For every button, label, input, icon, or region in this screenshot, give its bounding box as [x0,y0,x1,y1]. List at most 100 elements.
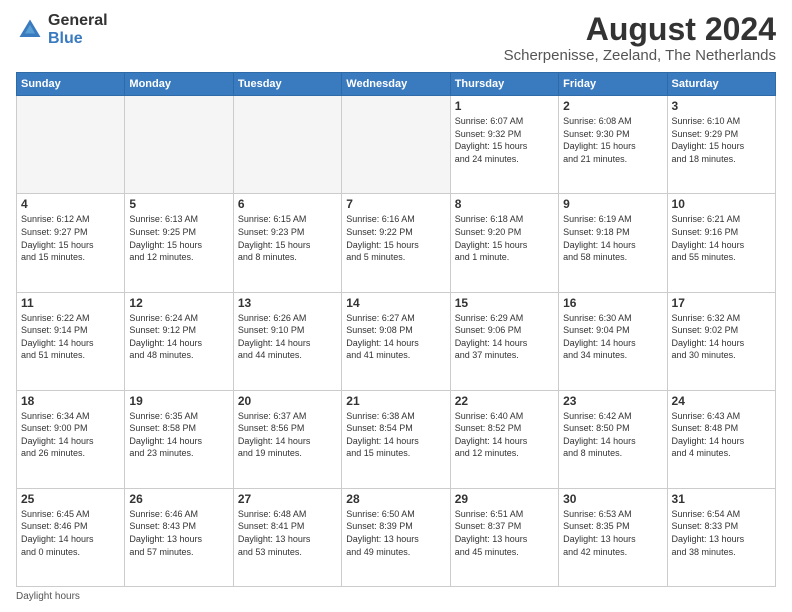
day-info: Sunrise: 6:15 AMSunset: 9:23 PMDaylight:… [238,213,337,263]
day-number: 21 [346,394,445,408]
table-row: 23 Sunrise: 6:42 AMSunset: 8:50 PMDayligh… [559,390,667,488]
col-saturday: Saturday [667,73,775,96]
day-number: 25 [21,492,120,506]
day-number: 17 [672,296,771,310]
table-row: 17Sunrise: 6:32 AMSunset: 9:02 PMDayligh… [667,292,775,390]
day-number: 12 [129,296,228,310]
day-info: Sunrise: 6:29 AMSunset: 9:06 PMDaylight:… [455,312,554,362]
day-info: Sunrise: 6:19 AMSunset: 9:18 PMDaylight:… [563,213,662,263]
day-info: Sunrise: 6:38 AMSunset: 8:54 PMDaylight:… [346,410,445,460]
logo-icon [16,16,44,44]
table-row: 29 Sunrise: 6:51 AMSunset: 8:37 PMDayligh… [450,488,558,586]
table-row: 28 Sunrise: 6:50 AMSunset: 8:39 PMDayligh… [342,488,450,586]
day-info: Sunrise: 6:16 AMSunset: 9:22 PMDaylight:… [346,213,445,263]
day-info: Sunrise: 6:53 AMSunset: 8:35 PMDaylight:… [563,508,662,558]
day-number: 23 [563,394,662,408]
day-number: 29 [455,492,554,506]
calendar-week-4: 25Sunrise: 6:45 AMSunset: 8:46 PMDayligh… [17,488,776,586]
day-info: Sunrise: 6:27 AMSunset: 9:08 PMDaylight:… [346,312,445,362]
title-block: August 2024 Scherpenisse, Zeeland, The N… [504,12,776,64]
day-number: 5 [129,197,228,211]
logo-text-general: General [48,12,108,29]
day-number: 24 [672,394,771,408]
table-row: 5Sunrise: 6:13 AMSunset: 9:25 PMDaylight… [125,194,233,292]
day-info: Sunrise: 6:26 AMSunset: 9:10 PMDaylight:… [238,312,337,362]
day-number: 8 [455,197,554,211]
day-info: Sunrise: 6:42 AMSunset: 8:50 PMDaylight:… [563,410,662,460]
col-friday: Friday [559,73,667,96]
day-info: Sunrise: 6:22 AMSunset: 9:14 PMDaylight:… [21,312,120,362]
day-info: Sunrise: 6:34 AMSunset: 9:00 PMDaylight:… [21,410,120,460]
day-info: Sunrise: 6:07 AMSunset: 9:32 PMDaylight:… [455,115,554,165]
calendar-week-0: 1 Sunrise: 6:07 AMSunset: 9:32 PMDaylight… [17,96,776,194]
table-row: 11 Sunrise: 6:22 AMSunset: 9:14 PMDayligh… [17,292,125,390]
table-row: 1 Sunrise: 6:07 AMSunset: 9:32 PMDaylight… [450,96,558,194]
day-number: 1 [455,99,554,113]
col-tuesday: Tuesday [233,73,341,96]
calendar-week-3: 18 Sunrise: 6:34 AMSunset: 9:00 PMDayligh… [17,390,776,488]
day-info: Sunrise: 6:50 AMSunset: 8:39 PMDaylight:… [346,508,445,558]
col-monday: Monday [125,73,233,96]
day-info: Sunrise: 6:08 AMSunset: 9:30 PMDaylight:… [563,115,662,165]
table-row: 15 Sunrise: 6:29 AMSunset: 9:06 PMDayligh… [450,292,558,390]
day-info: Sunrise: 6:51 AMSunset: 8:37 PMDaylight:… [455,508,554,558]
day-number: 26 [129,492,228,506]
table-row: 24 Sunrise: 6:43 AMSunset: 8:48 PMDayligh… [667,390,775,488]
table-row: 26 Sunrise: 6:46 AMSunset: 8:43 PMDayligh… [125,488,233,586]
day-number: 2 [563,99,662,113]
table-row: 25Sunrise: 6:45 AMSunset: 8:46 PMDayligh… [17,488,125,586]
table-row: 12 Sunrise: 6:24 AMSunset: 9:12 PMDayligh… [125,292,233,390]
day-info: Sunrise: 6:35 AMSunset: 8:58 PMDaylight:… [129,410,228,460]
col-thursday: Thursday [450,73,558,96]
day-number: 7 [346,197,445,211]
table-row: 10 Sunrise: 6:21 AMSunset: 9:16 PMDayligh… [667,194,775,292]
table-row [17,96,125,194]
day-info: Sunrise: 6:54 AMSunset: 8:33 PMDaylight:… [672,508,771,558]
calendar-week-1: 4Sunrise: 6:12 AMSunset: 9:27 PMDaylight… [17,194,776,292]
day-number: 31 [672,492,771,506]
day-number: 14 [346,296,445,310]
table-row: 27Sunrise: 6:48 AMSunset: 8:41 PMDayligh… [233,488,341,586]
table-row: 6Sunrise: 6:15 AMSunset: 9:23 PMDaylight… [233,194,341,292]
day-number: 13 [238,296,337,310]
day-info: Sunrise: 6:40 AMSunset: 8:52 PMDaylight:… [455,410,554,460]
day-number: 10 [672,197,771,211]
day-number: 30 [563,492,662,506]
day-number: 20 [238,394,337,408]
table-row: 3Sunrise: 6:10 AMSunset: 9:29 PMDaylight… [667,96,775,194]
day-number: 11 [21,296,120,310]
day-number: 22 [455,394,554,408]
day-number: 9 [563,197,662,211]
day-info: Sunrise: 6:10 AMSunset: 9:29 PMDaylight:… [672,115,771,165]
table-row [342,96,450,194]
table-row [125,96,233,194]
day-info: Sunrise: 6:21 AMSunset: 9:16 PMDaylight:… [672,213,771,263]
day-info: Sunrise: 6:24 AMSunset: 9:12 PMDaylight:… [129,312,228,362]
table-row: 21 Sunrise: 6:38 AMSunset: 8:54 PMDayligh… [342,390,450,488]
location: Scherpenisse, Zeeland, The Netherlands [504,47,776,64]
table-row: 4Sunrise: 6:12 AMSunset: 9:27 PMDaylight… [17,194,125,292]
logo: General Blue [16,12,108,48]
day-info: Sunrise: 6:46 AMSunset: 8:43 PMDaylight:… [129,508,228,558]
table-row: 9 Sunrise: 6:19 AMSunset: 9:18 PMDaylight… [559,194,667,292]
table-row: 20 Sunrise: 6:37 AMSunset: 8:56 PMDayligh… [233,390,341,488]
table-row [233,96,341,194]
day-number: 28 [346,492,445,506]
table-row: 19 Sunrise: 6:35 AMSunset: 8:58 PMDayligh… [125,390,233,488]
day-number: 19 [129,394,228,408]
table-row: 18 Sunrise: 6:34 AMSunset: 9:00 PMDayligh… [17,390,125,488]
day-info: Sunrise: 6:43 AMSunset: 8:48 PMDaylight:… [672,410,771,460]
day-info: Sunrise: 6:12 AMSunset: 9:27 PMDaylight:… [21,213,120,263]
calendar-header-row: Sunday Monday Tuesday Wednesday Thursday… [17,73,776,96]
day-number: 18 [21,394,120,408]
day-number: 16 [563,296,662,310]
day-number: 15 [455,296,554,310]
table-row: 7 Sunrise: 6:16 AMSunset: 9:22 PMDaylight… [342,194,450,292]
day-info: Sunrise: 6:37 AMSunset: 8:56 PMDaylight:… [238,410,337,460]
calendar-table: Sunday Monday Tuesday Wednesday Thursday… [16,72,776,587]
day-info: Sunrise: 6:30 AMSunset: 9:04 PMDaylight:… [563,312,662,362]
table-row: 30 Sunrise: 6:53 AMSunset: 8:35 PMDayligh… [559,488,667,586]
month-year: August 2024 [504,12,776,47]
table-row: 8Sunrise: 6:18 AMSunset: 9:20 PMDaylight… [450,194,558,292]
table-row: 16 Sunrise: 6:30 AMSunset: 9:04 PMDayligh… [559,292,667,390]
